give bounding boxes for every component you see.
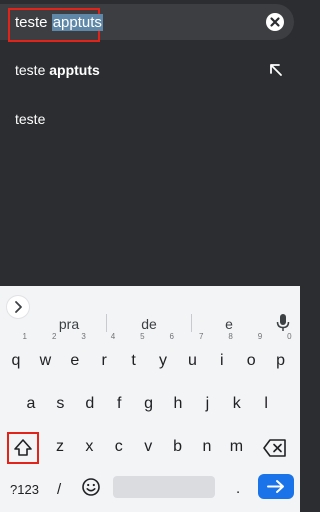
key-x[interactable]: x	[76, 429, 102, 465]
key-label: q	[11, 352, 21, 369]
shift-arrow-icon	[14, 439, 32, 456]
arrow-up-left-icon[interactable]	[268, 62, 284, 78]
suggestion-divider	[191, 314, 192, 332]
close-icon	[270, 17, 280, 27]
key-o[interactable]: o9	[238, 332, 264, 379]
key-label: z	[56, 438, 64, 455]
key-label: o	[246, 352, 256, 369]
backspace-icon[interactable]	[262, 436, 288, 460]
key-l[interactable]: l	[253, 386, 279, 422]
symbols-key[interactable]: ?123	[10, 482, 39, 497]
suggestion-bold: apptuts	[49, 62, 100, 78]
key-r[interactable]: r4	[91, 332, 117, 379]
key-hint: 1	[22, 332, 27, 341]
key-label: j	[205, 395, 210, 412]
key-hint: 3	[81, 332, 86, 341]
key-hint: 4	[110, 332, 116, 341]
suggestion-row[interactable]: teste	[0, 97, 300, 143]
key-label: t	[131, 352, 136, 369]
key-hint: 6	[169, 332, 174, 341]
microphone-icon[interactable]	[276, 314, 290, 332]
key-label: k	[232, 395, 241, 412]
key-b[interactable]: b	[165, 429, 191, 465]
key-label: a	[26, 395, 36, 412]
key-m[interactable]: m	[223, 429, 249, 465]
slash-key[interactable]: /	[57, 481, 61, 498]
key-hint: 5	[140, 332, 145, 341]
key-i[interactable]: i8	[209, 332, 235, 379]
key-label: h	[173, 395, 183, 412]
key-t[interactable]: t5	[121, 332, 147, 379]
key-e[interactable]: e3	[62, 332, 88, 379]
key-y[interactable]: y6	[150, 332, 176, 379]
suggestion-row[interactable]: teste apptuts	[0, 48, 300, 94]
key-label: e	[70, 352, 80, 369]
key-label: g	[144, 395, 154, 412]
key-v[interactable]: v	[135, 429, 161, 465]
search-input[interactable]: teste apptuts	[15, 13, 103, 33]
suggestion-divider	[106, 314, 107, 332]
key-hint: 7	[198, 332, 204, 341]
query-selected-text: apptuts	[51, 14, 103, 31]
key-n[interactable]: n	[194, 429, 220, 465]
suggestion-text: teste	[15, 111, 45, 127]
suggestion-text: teste apptuts	[15, 62, 100, 78]
key-label: m	[229, 438, 244, 455]
keyboard-suggestion[interactable]: pra	[39, 316, 99, 332]
chevron-right-icon	[15, 301, 22, 313]
key-j[interactable]: j	[194, 386, 220, 422]
suggestion-plain: teste	[15, 111, 46, 127]
key-f[interactable]: f	[106, 386, 132, 422]
key-label: u	[187, 352, 197, 369]
keyboard: pra de e q1w2e3r4t5y6u7i8o9p0 asdfghjkl …	[0, 286, 300, 512]
key-z[interactable]: z	[47, 429, 73, 465]
emoji-icon[interactable]	[81, 477, 101, 497]
key-label: v	[144, 438, 153, 455]
key-label: b	[173, 438, 183, 455]
key-hint: 2	[51, 332, 57, 341]
arrow-right-icon	[267, 480, 284, 493]
key-label: s	[56, 395, 65, 412]
expand-toolbar-button[interactable]	[7, 296, 29, 318]
key-s[interactable]: s	[47, 386, 73, 422]
key-p[interactable]: p0	[268, 332, 294, 379]
shift-key[interactable]	[7, 432, 39, 464]
key-label: c	[114, 438, 123, 455]
key-u[interactable]: u7	[179, 332, 205, 379]
key-label: n	[202, 438, 212, 455]
space-bar[interactable]	[113, 476, 215, 498]
key-w[interactable]: w2	[32, 332, 58, 379]
enter-key[interactable]	[258, 474, 294, 499]
search-suggestions-panel: teste apptuts teste apptuts teste	[0, 0, 300, 286]
keyboard-suggestion[interactable]: de	[119, 316, 179, 332]
key-c[interactable]: c	[106, 429, 132, 465]
key-label: i	[220, 352, 224, 369]
key-h[interactable]: h	[165, 386, 191, 422]
key-hint: 9	[257, 332, 263, 341]
key-label: x	[85, 438, 94, 455]
key-label: l	[264, 395, 268, 412]
key-label: r	[101, 352, 107, 369]
key-k[interactable]: k	[224, 386, 250, 422]
period-key[interactable]: .	[236, 480, 240, 497]
key-a[interactable]: a	[18, 386, 44, 422]
suggestion-plain: teste	[15, 62, 50, 78]
key-label: w	[39, 352, 52, 369]
clear-search-button[interactable]	[266, 13, 284, 31]
key-label: p	[276, 352, 286, 369]
key-q[interactable]: q1	[3, 332, 29, 379]
keyboard-suggestion[interactable]: e	[199, 316, 259, 332]
key-label: f	[116, 395, 122, 412]
key-label: y	[159, 352, 167, 369]
key-hint: 0	[287, 332, 292, 341]
key-g[interactable]: g	[136, 386, 162, 422]
key-d[interactable]: d	[77, 386, 103, 422]
key-label: d	[85, 395, 95, 412]
key-hint: 8	[228, 332, 233, 341]
query-plain-text: teste	[15, 14, 52, 31]
